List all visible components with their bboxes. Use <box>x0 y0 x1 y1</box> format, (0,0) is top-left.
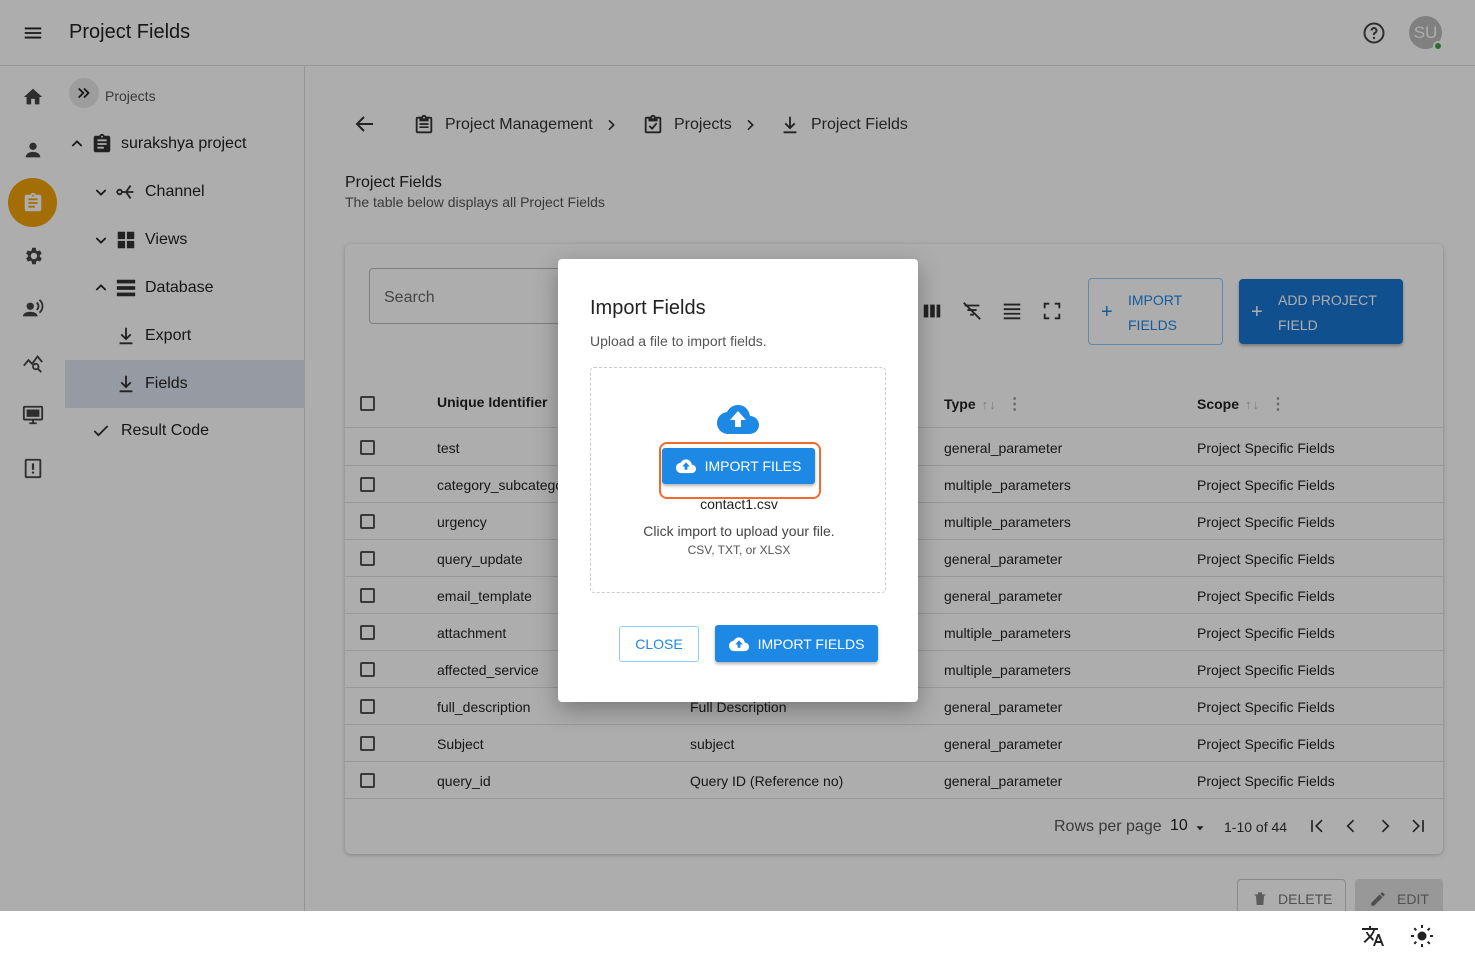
app-footer <box>0 911 1475 961</box>
accepted-formats: CSV, TXT, or XLSX <box>687 543 791 557</box>
import-fields-label: IMPORT FIELDS <box>757 635 865 652</box>
import-files-label: IMPORT FILES <box>704 458 802 474</box>
import-fields-submit-button[interactable]: IMPORT FIELDS <box>715 625 878 662</box>
selected-file-name: contact1.csv <box>700 496 778 512</box>
dialog-title: Import Fields <box>590 297 706 319</box>
file-dropzone[interactable]: IMPORT FILES contact1.csv Click import t… <box>590 367 886 593</box>
cloud-upload-icon <box>717 405 759 434</box>
brightness-icon[interactable] <box>1410 924 1434 948</box>
cloud-upload-icon <box>728 636 749 651</box>
dialog-subtitle: Upload a file to import fields. <box>590 333 767 349</box>
cloud-upload-icon <box>675 459 696 474</box>
upload-hint: Click import to upload your file. <box>643 523 835 539</box>
close-button[interactable]: CLOSE <box>619 626 699 662</box>
import-fields-dialog: Import Fields Upload a file to import fi… <box>558 259 918 702</box>
app-root: Project Fields SU Projects surakshya pro… <box>0 0 1475 961</box>
import-files-button[interactable]: IMPORT FILES <box>662 448 815 484</box>
translate-icon[interactable] <box>1361 924 1385 948</box>
